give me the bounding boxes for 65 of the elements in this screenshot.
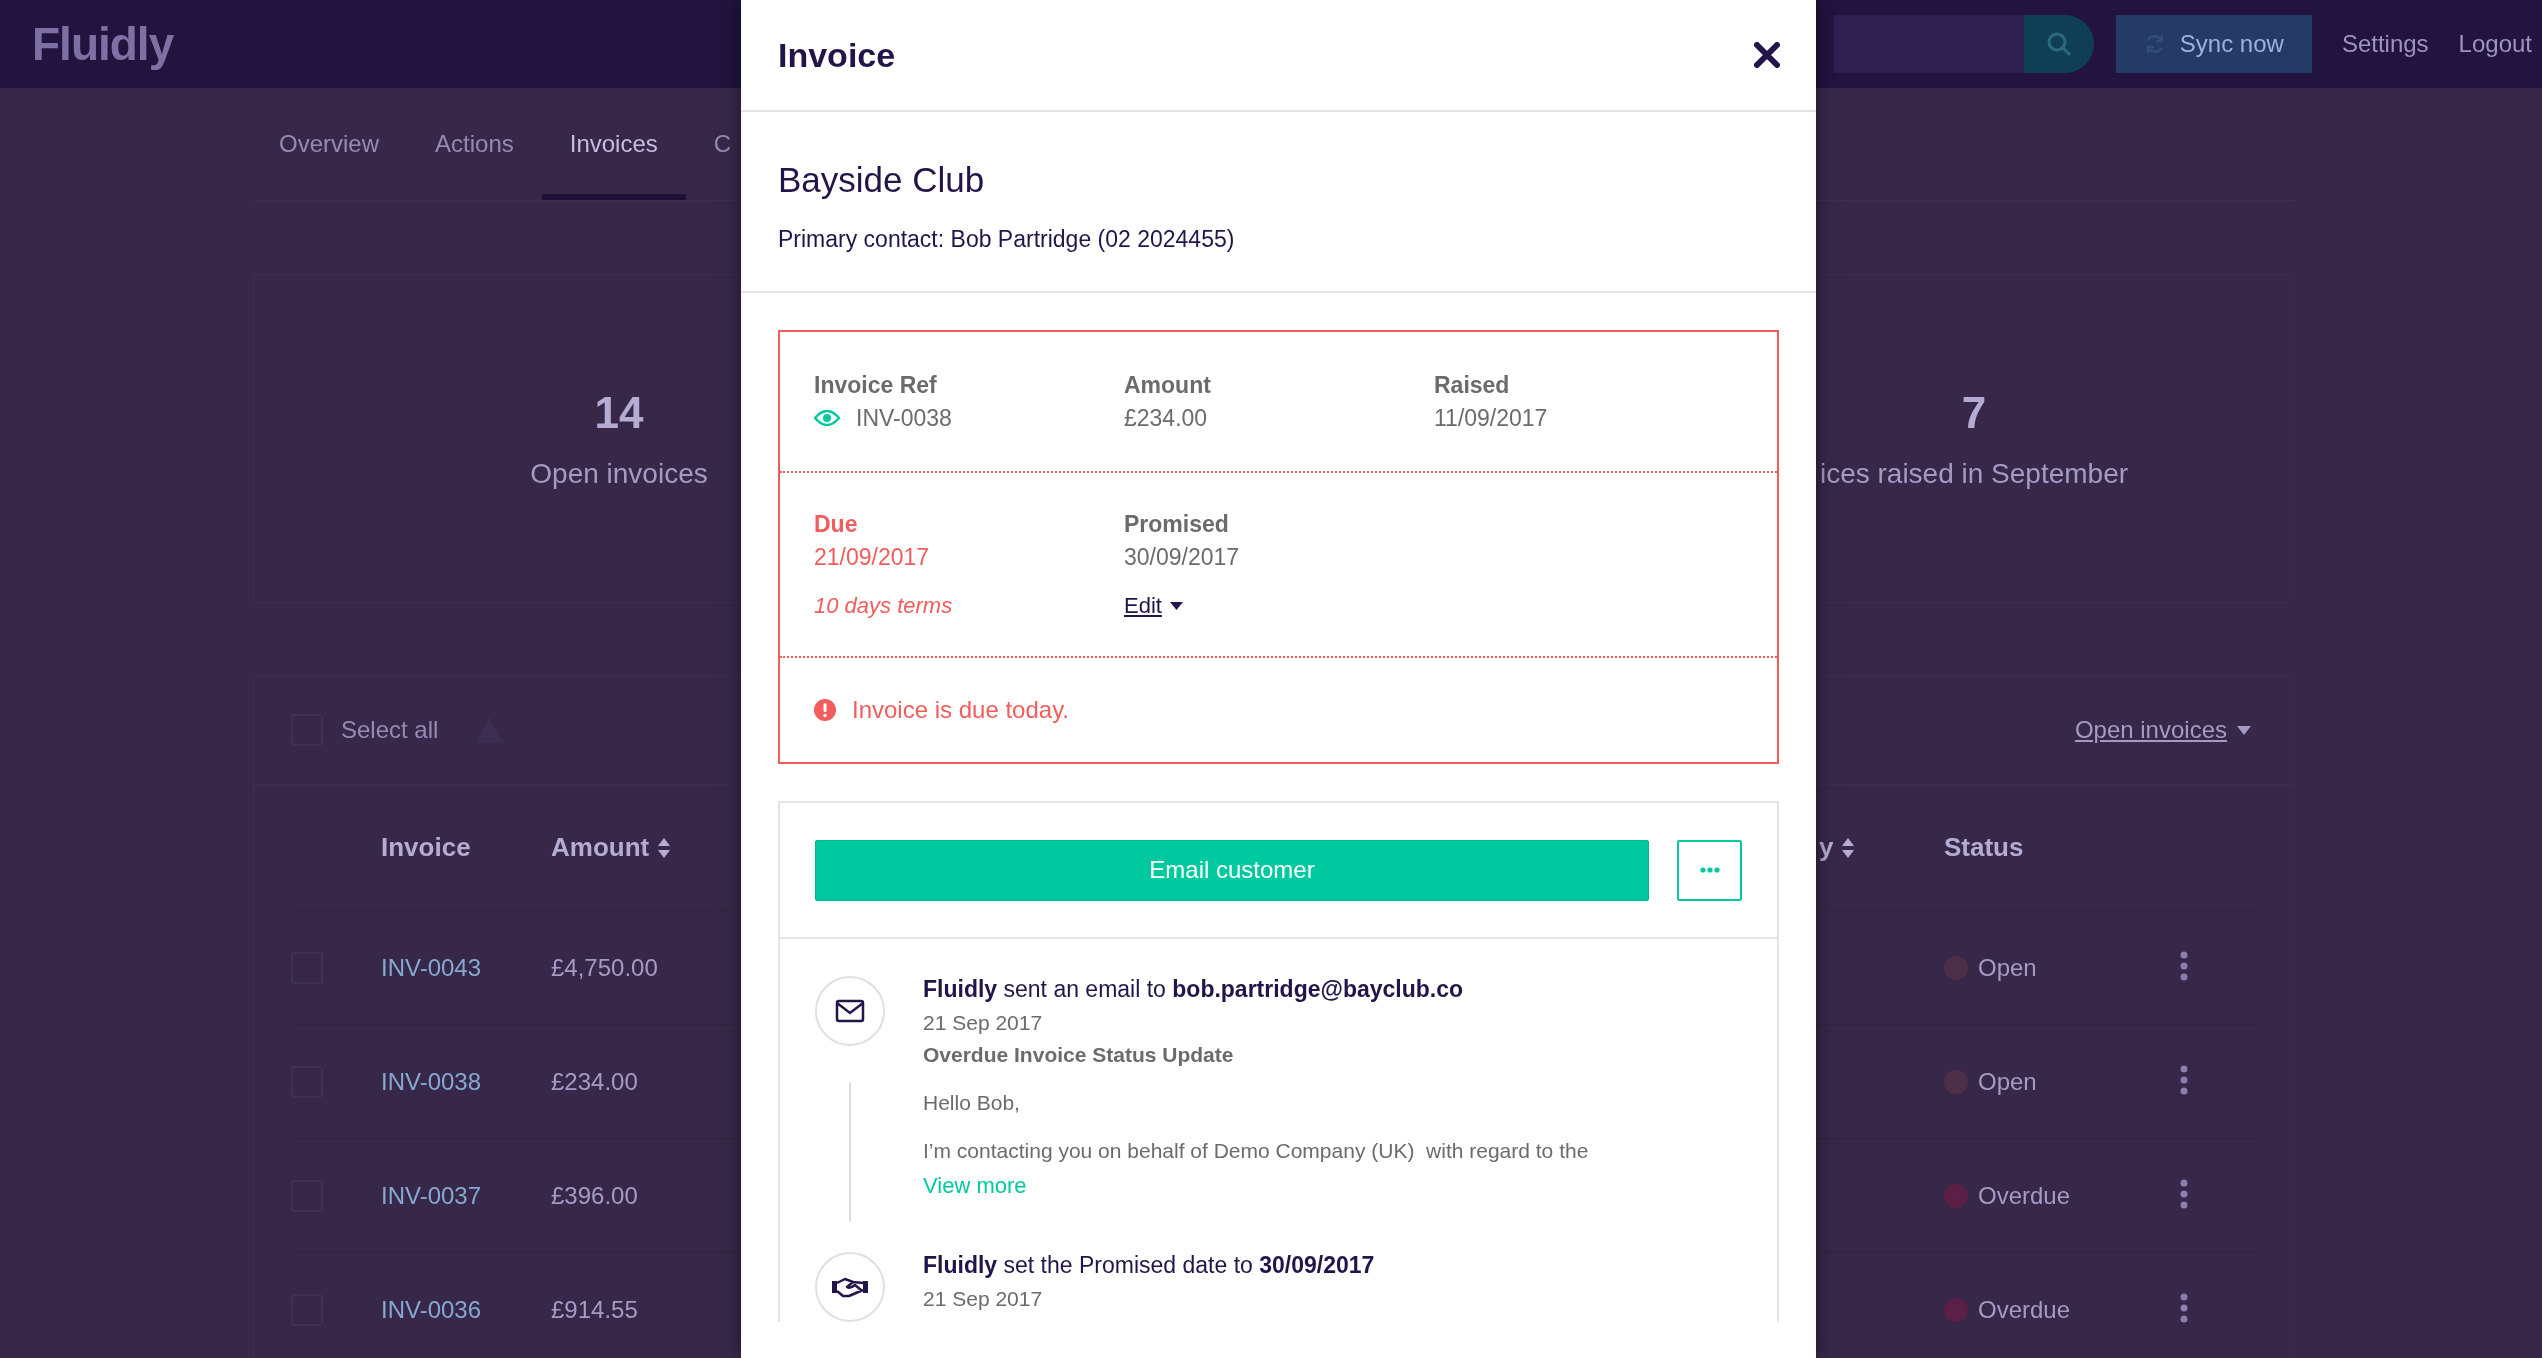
more-actions-button[interactable] [1677,839,1742,901]
alert-icon [814,699,836,721]
alert-message: Invoice is due today. [852,696,1070,724]
amount-cell-text: £4,750.00 [551,953,659,982]
email-subject: Overdue Invoice Status Update [923,1043,1235,1067]
column-header[interactable]: y [1794,832,1944,863]
field-value: £234.00 [1124,404,1208,432]
field-value: 30/09/2017 [1124,543,1241,571]
field-label: Invoice Ref [814,371,938,399]
amount-cell-text: £234.00 [551,1067,639,1096]
activity-date: 21 Sep 2017 [923,1287,1044,1311]
field-label: Due [814,510,859,538]
primary-contact: Primary contact: Bob Partridge (02 2024455) [778,226,1236,253]
email-excerpt: Hello Bob, [923,1091,1021,1115]
field-value: INV-0038 [856,404,952,432]
envelope-icon [815,976,885,1046]
nav-link[interactable]: Logout [2458,30,2532,58]
search-button[interactable] [2023,15,2094,73]
tab[interactable]: Actions [407,94,542,200]
search-field[interactable] [1833,15,2024,73]
tab[interactable]: Overview [253,94,408,200]
logo: Fluidly [32,17,174,71]
field-value: 21/09/2017 [814,543,931,571]
field-value: 11/09/2017 [1434,404,1548,432]
stat-label: ices raised in September [1819,457,2129,490]
status-text: Open [1978,953,2037,982]
activity-text: Fluidly sent an email to bob.partridge@bayclub.co [923,976,1465,1003]
email-excerpt: I’m contacting you on behalf of Demo Company (UK) with regard to the [923,1139,1590,1163]
status-text: Overdue [1978,1181,2071,1210]
ellipsis-icon [1699,867,1720,873]
eye-icon[interactable] [814,410,840,426]
sync-button[interactable]: Sync now [2115,15,2312,73]
column-header: Status [1944,832,2025,863]
select-all-label: Select all [341,716,439,744]
invoice-link[interactable]: INV-0036 [381,1295,551,1324]
column-header[interactable]: Amount [551,832,791,863]
customer-name: Bayside Club [778,160,986,200]
tab[interactable]: Invoices [541,94,686,200]
invoice-link[interactable]: INV-0043 [381,953,551,982]
amount-cell-text: £914.55 [551,1295,639,1324]
edit-dropdown[interactable]: Edit [1124,592,1183,619]
handshake-icon [815,1252,885,1322]
filter-dropdown[interactable]: Open invoices [2068,715,2257,745]
invoice-link[interactable]: INV-0038 [381,1067,551,1096]
field-label: Raised [1434,371,1511,399]
terms-note: 10 days terms [814,592,954,619]
stat-value: 7 [1961,387,1987,438]
column-header: Invoice [381,832,472,863]
stat-label: Open invoices [530,457,708,490]
caret-icon [1169,601,1183,610]
status-text: Open [1978,1067,2037,1096]
search-icon [2045,31,2072,57]
status-text: Overdue [1978,1295,2071,1324]
dialog-title: Invoice [778,35,896,75]
field-label: Amount [1124,371,1212,399]
activity-date: 21 Sep 2017 [923,1011,1044,1035]
invoice-link[interactable]: INV-0037 [381,1181,551,1210]
amount-cell-text: £396.00 [551,1181,639,1210]
caret-icon [2237,725,2251,735]
stat-value: 14 [594,387,644,438]
activity-text: Fluidly set the Promised date to 30/09/2017 [923,1252,1376,1279]
nav-link[interactable]: Settings [2341,30,2429,58]
close-button[interactable] [1754,42,1780,68]
close-icon [1754,42,1780,68]
field-label: Promised [1124,510,1230,538]
